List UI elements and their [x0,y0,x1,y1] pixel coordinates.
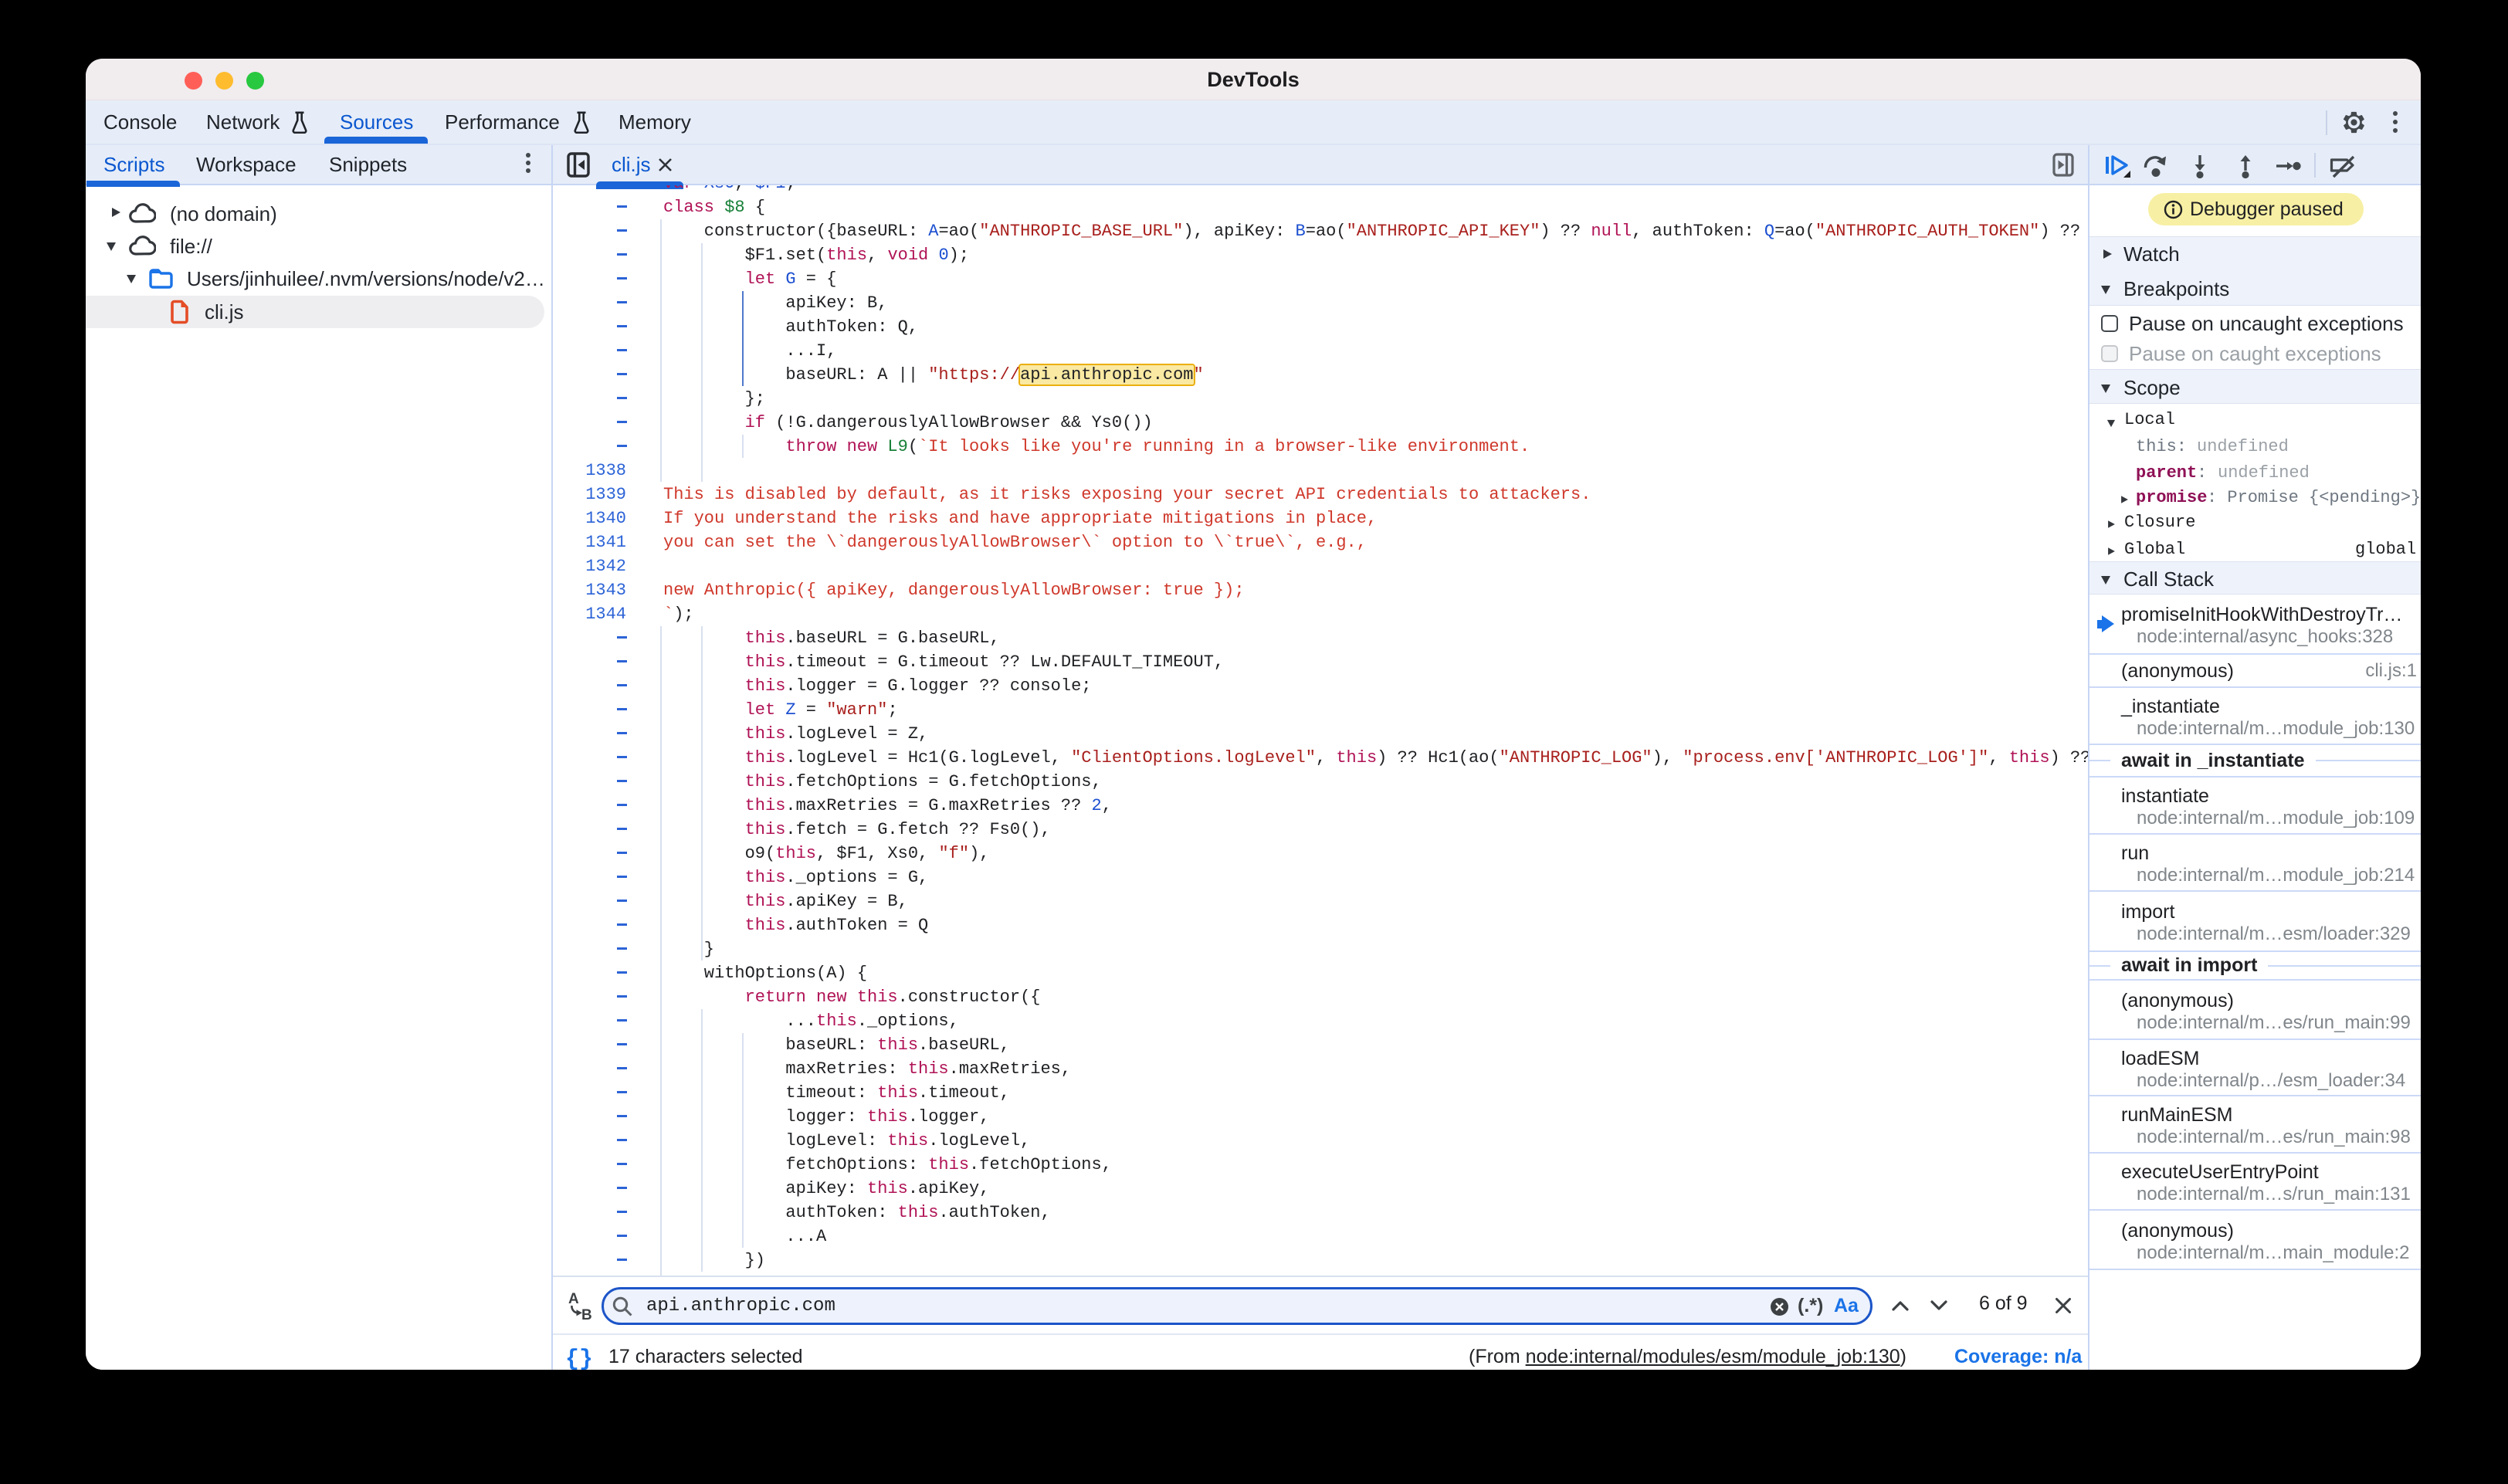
svg-text:B: B [581,1307,592,1321]
svg-text:A: A [568,1292,579,1307]
svg-text:{}: {} [565,1347,591,1370]
